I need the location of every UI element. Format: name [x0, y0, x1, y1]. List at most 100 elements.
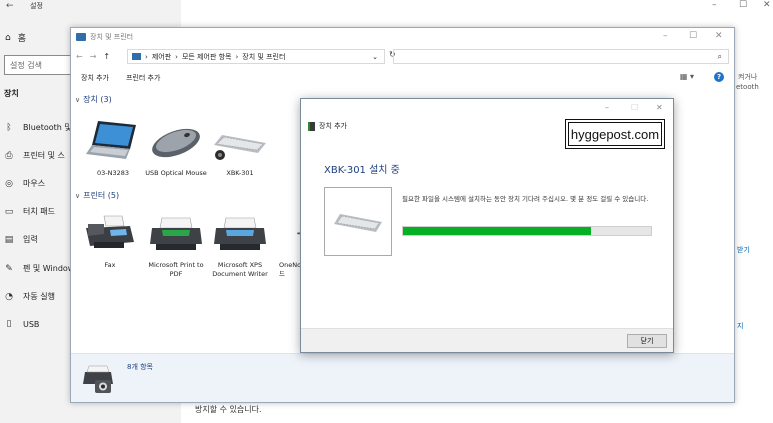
- path-separator: ›: [145, 52, 148, 61]
- control-panel-icon: [132, 53, 141, 60]
- devices-group-header[interactable]: ∨ 장치 (3): [75, 94, 112, 105]
- maximize-icon[interactable]: ☐: [739, 0, 747, 10]
- device-item[interactable]: USB Optical Mouse: [143, 116, 209, 178]
- dialog-footer: 닫기: [301, 328, 673, 352]
- sidebar-item-label: 자동 실행: [23, 292, 55, 301]
- sidebar-item-typing[interactable]: ▤ 입력: [4, 234, 38, 245]
- settings-title: 설정: [30, 2, 43, 10]
- close-icon[interactable]: ✕: [656, 103, 663, 112]
- content-link-fragment[interactable]: 지: [737, 321, 743, 331]
- device-label: USB Optical Mouse: [145, 169, 207, 177]
- printer-item[interactable]: OneNo 드: [271, 208, 301, 279]
- details-pane: 8개 항목: [71, 353, 734, 402]
- dialog-title-text: 장치 추가: [319, 122, 347, 130]
- sidebar-item-bluetooth[interactable]: ᛒ Bluetooth 및: [4, 122, 72, 133]
- content-bottom-text: 방지할 수 있습니다.: [195, 405, 262, 414]
- keyboard-device-icon: [324, 187, 392, 256]
- sidebar-item-printers[interactable]: ⎙ 프린터 및 스: [4, 150, 65, 161]
- add-printer-button[interactable]: 프린터 추가: [126, 73, 160, 83]
- breadcrumb-all-items[interactable]: 모든 제어판 항목: [182, 52, 232, 62]
- sidebar-item-mouse[interactable]: ◎ 마우스: [4, 178, 45, 189]
- add-device-button[interactable]: 장치 추가: [81, 73, 109, 83]
- printer-device-icon: [207, 208, 273, 258]
- fax-icon: [77, 208, 143, 258]
- sidebar-item-label: Bluetooth 및: [23, 123, 72, 132]
- sidebar-item-label: 펜 및 Window: [23, 264, 75, 273]
- back-icon[interactable]: ←: [76, 52, 83, 61]
- pen-icon: ✎: [5, 263, 13, 274]
- dialog-heading: XBK-301 설치 중: [324, 165, 400, 176]
- close-icon[interactable]: ✕: [763, 0, 771, 10]
- section-heading-devices: 장치: [4, 89, 19, 98]
- chevron-down-icon[interactable]: ⌄: [372, 53, 378, 61]
- sidebar-item-touchpad[interactable]: ▭ 터치 패드: [4, 206, 55, 217]
- printer-camera-icon: [81, 362, 117, 398]
- mouse-icon: ◎: [5, 178, 13, 189]
- view-options-icon[interactable]: ▦ ▾: [680, 72, 694, 81]
- close-icon[interactable]: ✕: [715, 31, 723, 41]
- sidebar-item-label: 마우스: [23, 179, 46, 188]
- explorer-titlebar: 장치 및 프린터: [71, 28, 734, 45]
- minimize-icon[interactable]: –: [663, 31, 668, 41]
- maximize-icon[interactable]: ☐: [689, 31, 697, 41]
- mouse-device-icon: [143, 116, 209, 166]
- add-device-icon: [308, 121, 315, 131]
- minimize-icon[interactable]: –: [712, 0, 717, 10]
- install-progress-bar: [402, 226, 652, 236]
- command-bar: 장치 추가 프린터 추가: [81, 73, 160, 83]
- up-icon[interactable]: ↑: [103, 52, 110, 61]
- laptop-icon: [80, 116, 146, 166]
- printer-item[interactable]: Microsoft Print to PDF: [143, 208, 209, 279]
- watermark-text: hyggepost.com: [568, 122, 662, 146]
- device-item[interactable]: XBK-301: [207, 116, 273, 178]
- keyboard-icon: ▤: [4, 234, 14, 245]
- printer-device-icon: [271, 208, 301, 258]
- watermark: hyggepost.com: [565, 119, 665, 149]
- explorer-search-input[interactable]: ⌕: [393, 49, 729, 64]
- home-label: 홈: [17, 34, 26, 44]
- sidebar-item-label: 프린터 및 스: [23, 151, 65, 160]
- printer-item[interactable]: Fax: [77, 208, 143, 270]
- back-arrow-icon[interactable]: ←: [6, 1, 14, 11]
- device-label: 03-N3283: [96, 169, 130, 177]
- printer-item[interactable]: Microsoft XPS Document Writer: [207, 208, 273, 279]
- chevron-down-icon: ∨: [75, 191, 81, 200]
- printer-icon: ⎙: [5, 150, 13, 161]
- content-link-fragment[interactable]: 받기: [737, 245, 750, 255]
- devices-group-label: 장치 (3): [83, 95, 112, 104]
- explorer-title: 장치 및 프린터: [90, 32, 134, 41]
- breadcrumb-devices-printers[interactable]: 장치 및 프린터: [242, 52, 285, 62]
- maximize-icon: ☐: [631, 103, 639, 112]
- install-message: 필요한 파일을 시스템에 설치하는 동안 장치 기다려 주십시오. 몇 분 정도…: [402, 195, 649, 203]
- printer-label: Microsoft Print to PDF: [148, 261, 204, 278]
- bluetooth-icon: ᛒ: [6, 122, 12, 133]
- home-icon: ⌂: [5, 32, 11, 43]
- usb-icon: ▯: [6, 319, 12, 329]
- address-bar[interactable]: › 제어판 › 모든 제어판 항목 › 장치 및 프린터 ⌄: [127, 49, 385, 64]
- minimize-icon[interactable]: –: [605, 103, 609, 112]
- printers-group-label: 프린터 (5): [83, 191, 120, 200]
- content-text-fragment: etooth: [736, 83, 759, 91]
- help-icon[interactable]: ?: [714, 72, 724, 82]
- printer-label: Fax: [104, 261, 116, 269]
- breadcrumb-control-panel[interactable]: 제어판: [152, 52, 171, 62]
- printer-label: Microsoft XPS Document Writer: [212, 261, 268, 278]
- sidebar-item-autoplay[interactable]: ◔ 자동 실행: [4, 291, 55, 302]
- search-icon: ⌕: [717, 52, 722, 61]
- autoplay-icon: ◔: [5, 291, 13, 302]
- sidebar-item-pen[interactable]: ✎ 펜 및 Window: [4, 263, 74, 274]
- item-count: 8개 항목: [127, 363, 153, 371]
- sidebar-item-home[interactable]: ⌂ 홈: [5, 31, 26, 45]
- device-item[interactable]: 03-N3283: [80, 116, 146, 178]
- printer-device-icon: [143, 208, 209, 258]
- printers-group-header[interactable]: ∨ 프린터 (5): [75, 190, 119, 201]
- forward-icon[interactable]: →: [90, 52, 97, 61]
- sidebar-item-label: 입력: [23, 235, 38, 244]
- path-separator: ›: [175, 52, 178, 61]
- printer-label: OneNo 드: [279, 261, 301, 278]
- close-button[interactable]: 닫기: [627, 334, 667, 348]
- sidebar-item-usb[interactable]: ▯ USB: [4, 319, 40, 329]
- content-text-fragment: 켜거나: [738, 73, 758, 81]
- keyboard-device-icon: [207, 116, 273, 166]
- touchpad-icon: ▭: [4, 206, 14, 217]
